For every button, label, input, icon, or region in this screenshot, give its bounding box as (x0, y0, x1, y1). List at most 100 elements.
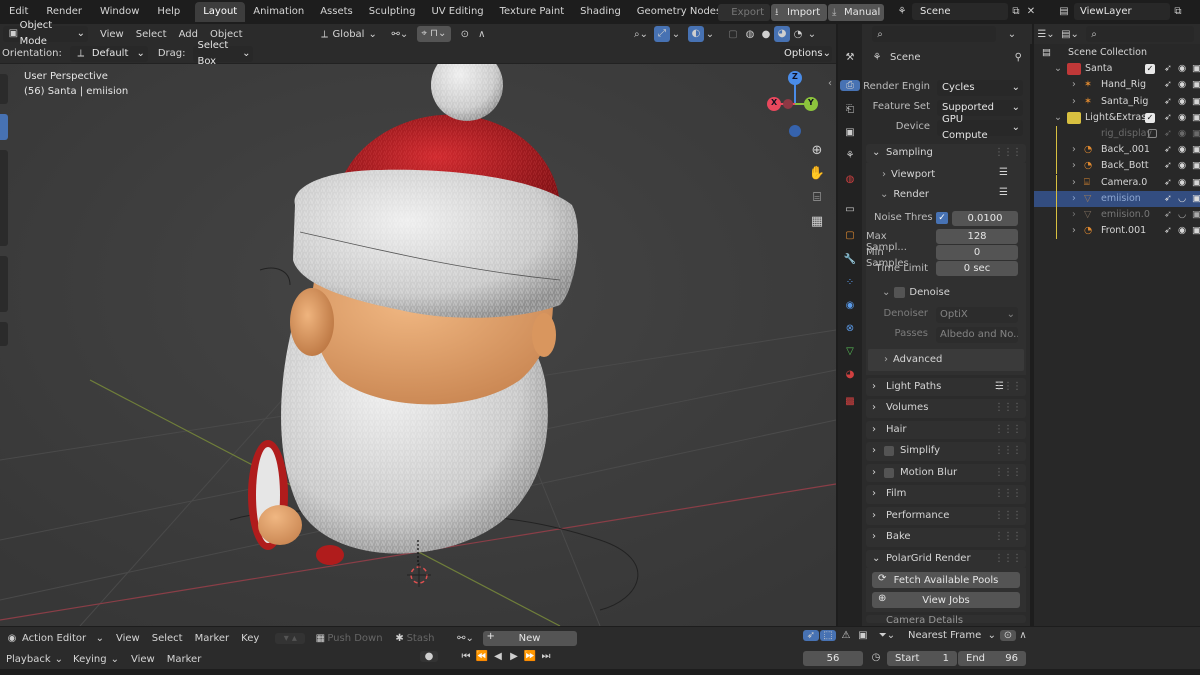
tab-geometry-nodes[interactable]: Geometry Nodes (629, 2, 729, 22)
camera-details-panel[interactable]: Camera Details (866, 615, 1026, 623)
jump-end-icon[interactable]: ⏭ (538, 651, 554, 662)
push-down-button[interactable]: ▦ Push Down (313, 633, 383, 644)
chevron-right-icon[interactable]: › (1072, 77, 1076, 93)
outliner-search[interactable]: ⌕ (1086, 26, 1194, 42)
exclude-checkbox[interactable]: ✓ (1145, 112, 1155, 123)
select-cursor-icon[interactable]: ➶ (1164, 94, 1172, 110)
options-dropdown[interactable]: Options ⌄ (780, 46, 832, 62)
menu-select[interactable]: Select (136, 29, 167, 40)
drag-handle-icon[interactable]: ⋮⋮⋮ (994, 421, 1022, 439)
drag-handle-icon[interactable]: ⋮⋮⋮ (994, 144, 1022, 162)
falloff-icon[interactable]: ∧ (475, 29, 489, 40)
drag-handle-icon[interactable]: ⋮⋮⋮ (994, 528, 1022, 546)
tab-shading[interactable]: Shading (572, 2, 629, 22)
box-select-icon[interactable]: ⬚ (820, 630, 836, 641)
rendered-shading-icon[interactable]: ◔ (790, 29, 806, 40)
select-cursor-icon[interactable]: ➶ (1164, 175, 1172, 191)
end-frame-field[interactable]: End 96 (958, 651, 1026, 666)
chevron-right-icon[interactable]: › (1072, 158, 1076, 174)
select-cursor-icon[interactable]: ➶ (1164, 61, 1172, 77)
polargrid-panel-header[interactable]: ⌄ PolarGrid Render ⋮⋮⋮ (866, 549, 1026, 568)
toolbar-item[interactable] (0, 322, 8, 346)
filter-icon[interactable]: ⏷⌄ (876, 630, 898, 641)
eye-icon[interactable]: ◉ (1178, 158, 1186, 174)
material-tab-icon[interactable]: ◕ (840, 369, 860, 380)
menu-view[interactable]: View (131, 654, 155, 665)
falloff-icon[interactable]: ∧ (1016, 630, 1030, 641)
3d-viewport[interactable]: User Perspective (56) Santa | emiision Z… (0, 64, 836, 626)
scene-selector[interactable]: ⚘ Scene ⧉ ✕ (892, 3, 1038, 20)
prev-keyframe-icon[interactable]: ⏪ (474, 651, 490, 662)
texture-tab-icon[interactable]: ▩ (840, 396, 860, 407)
overlay-icon[interactable]: ◐ (688, 26, 704, 42)
outliner-item-rig-display[interactable]: rig_display ➶ ◉ ▣ (1034, 125, 1200, 142)
camera-render-icon[interactable]: ▣ (1192, 110, 1200, 126)
chevron-right-icon[interactable]: › (1072, 94, 1076, 110)
render-tab-icon[interactable]: ⎙ (840, 80, 860, 91)
select-cursor-icon[interactable]: ➶ (1164, 207, 1172, 223)
modifier-tab-icon[interactable]: 🔧 (840, 254, 860, 265)
new-action-button[interactable]: + New (482, 630, 577, 646)
new-scene-icon[interactable]: ⧉ (1008, 6, 1024, 17)
collection-tab-icon[interactable]: ▭ (840, 204, 860, 215)
visibility-icon[interactable]: ⌕⌄ (628, 29, 654, 40)
menu-view[interactable]: View (100, 29, 124, 40)
pan-hand-icon[interactable]: ✋ (807, 162, 827, 186)
proportional-edit-icon[interactable]: ⊙ (457, 29, 473, 40)
light-paths-panel[interactable]: › Light Paths ☰ ⋮⋮⋮ (866, 377, 1026, 396)
physics-tab-icon[interactable]: ◉ (840, 300, 860, 311)
display-mode-icon[interactable]: ▤⌄ (1058, 29, 1082, 40)
motion-blur-panel[interactable]: › Motion Blur ⋮⋮⋮ (866, 463, 1026, 482)
sampling-panel-header[interactable]: ⌄ Sampling ⋮⋮⋮ (866, 144, 1026, 163)
navigation-gizmo[interactable]: Z Y X (764, 68, 824, 142)
passes-dropdown[interactable]: Albedo and No... ⌄ (936, 326, 1018, 343)
exclude-checkbox[interactable] (1148, 128, 1157, 138)
eye-icon[interactable]: ◉ (1178, 175, 1186, 191)
viewlayer-selector[interactable]: ▤ ViewLayer ⧉ (1054, 3, 1186, 20)
menu-window[interactable]: Window (91, 0, 148, 24)
camera-render-icon[interactable]: ▣ (1192, 77, 1200, 93)
chevron-down-icon[interactable]: ⌄ (1004, 29, 1020, 40)
simplify-checkbox[interactable] (884, 446, 894, 456)
scene-field[interactable]: Scene (912, 3, 1008, 20)
exclude-checkbox[interactable]: ✓ (1145, 64, 1155, 75)
eye-icon[interactable]: ◉ (1178, 77, 1186, 93)
time-limit-field[interactable]: 0 sec (936, 260, 1018, 276)
playback-dropdown[interactable]: Playback ⌄ (6, 654, 63, 665)
eye-icon[interactable]: ◉ (1178, 94, 1186, 110)
menu-key[interactable]: Key (241, 633, 259, 644)
tab-sculpting[interactable]: Sculpting (361, 2, 424, 22)
render-subpanel[interactable]: ⌄ Render ☰ (866, 185, 1026, 205)
view-jobs-button[interactable]: ⊕ View Jobs (872, 592, 1020, 608)
record-icon[interactable]: ● (420, 651, 438, 662)
manual-button[interactable]: ⤓ Manual (828, 3, 884, 21)
play-icon[interactable]: ▶ (506, 651, 522, 662)
outliner-item-back-001[interactable]: › ◔ Back_.001 ➶ ◉ ▣ (1034, 142, 1200, 159)
menu-add[interactable]: Add (179, 29, 198, 40)
current-frame-field[interactable]: 56 (803, 651, 863, 666)
drag-handle-icon[interactable]: ⋮⋮⋮ (994, 378, 1022, 396)
menu-marker[interactable]: Marker (167, 654, 202, 665)
start-frame-field[interactable]: Start 1 (887, 651, 957, 666)
chevron-right-icon[interactable]: › (1072, 142, 1076, 158)
noise-threshold-field[interactable]: 0.0100 (952, 210, 1018, 226)
clock-icon[interactable]: ◷ (869, 652, 883, 663)
denoise-checkbox[interactable] (894, 287, 906, 298)
outliner-item-santa-rig[interactable]: › ✶ Santa_Rig ➶ ◉ ▣ (1034, 94, 1200, 110)
drag-handle-icon[interactable]: ⋮⋮⋮ (994, 550, 1022, 568)
gizmo-icon[interactable]: ⤢ (654, 26, 670, 42)
keying-dropdown[interactable]: Keying ⌄ (73, 654, 119, 665)
camera-render-icon[interactable]: ▣ (1192, 158, 1200, 174)
world-tab-icon[interactable]: ◍ (840, 174, 860, 185)
volumes-panel[interactable]: › Volumes ⋮⋮⋮ (866, 399, 1026, 418)
select-tool[interactable] (0, 114, 8, 140)
fetch-pools-button[interactable]: ⟳ Fetch Available Pools (872, 572, 1020, 588)
performance-panel[interactable]: › Performance ⋮⋮⋮ (866, 506, 1026, 525)
data-tab-icon[interactable]: ▽ (840, 346, 860, 357)
view-layer-tab-icon[interactable]: ▣ (840, 127, 860, 138)
ghost-icon[interactable]: ▣ (856, 630, 870, 641)
chevron-down-icon[interactable]: ⌄ (1054, 61, 1062, 77)
camera-render-icon[interactable]: ▣ (1192, 126, 1200, 142)
max-samples-field[interactable]: 128 (936, 228, 1018, 244)
pivot-icon[interactable]: ⚯⌄ (389, 29, 411, 40)
